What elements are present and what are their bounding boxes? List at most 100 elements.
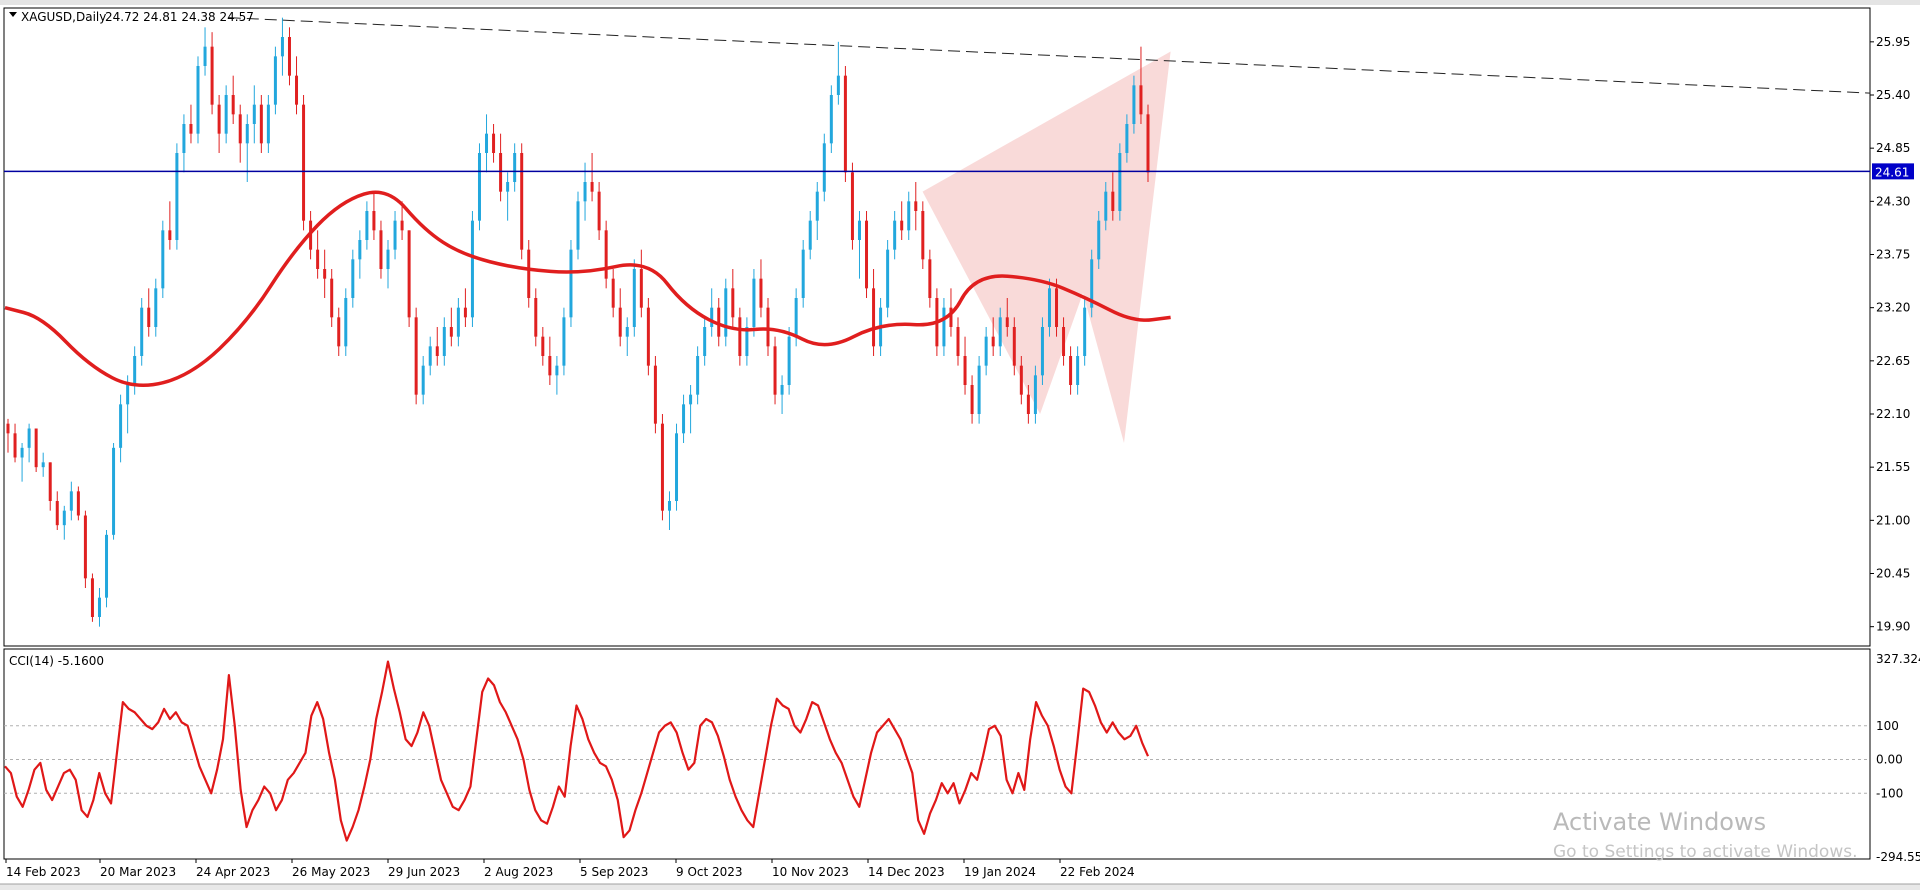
candle-body (576, 201, 580, 250)
candle-body (485, 133, 489, 153)
candle-body (400, 220, 404, 231)
date-label: 29 Jun 2023 (388, 865, 460, 879)
candle-body (280, 37, 284, 57)
candle-body (90, 578, 94, 617)
candle-body (900, 220, 904, 231)
candle-body (62, 510, 66, 526)
candle-body (787, 336, 791, 385)
candle-body (872, 288, 876, 347)
candle-body (914, 201, 918, 211)
candle-body (428, 346, 432, 366)
candle-body (323, 269, 327, 279)
candle-body (801, 249, 805, 298)
candle-body (625, 327, 629, 337)
candle-body (97, 597, 101, 617)
candle-body (316, 249, 320, 269)
cci-tick-label: -294.557 (1876, 850, 1920, 864)
candle-body (133, 356, 137, 385)
candle-body (703, 327, 707, 356)
candle-body (843, 75, 847, 173)
candle-body (351, 259, 355, 298)
candle-body (393, 220, 397, 250)
candle-body (604, 230, 608, 279)
candle-body (358, 240, 362, 260)
candle-body (69, 491, 73, 511)
candle-body (83, 515, 87, 579)
top-toolbar-strip (0, 0, 1920, 5)
candle-body (1132, 85, 1136, 124)
price-tick-label: 23.75 (1876, 248, 1910, 262)
candle-body (6, 423, 10, 434)
candle-body (815, 191, 819, 221)
candle-body (477, 153, 481, 221)
candle-body (991, 336, 995, 347)
bottom-scroll-strip[interactable] (0, 884, 1920, 890)
candle-body (886, 249, 890, 308)
candle-body (808, 220, 812, 250)
candle-body (27, 428, 31, 448)
candle-body (344, 298, 348, 347)
price-tick-label: 25.95 (1876, 35, 1910, 49)
cci-tick-label: -100 (1876, 786, 1903, 800)
candle-body (752, 278, 756, 327)
candle-body (1026, 394, 1030, 414)
candle-body (140, 307, 144, 356)
candle-body (203, 46, 207, 66)
candle-body (865, 220, 869, 289)
candle-body (632, 269, 636, 327)
candle-body (1139, 85, 1143, 115)
current-price-badge: 24.61 (1872, 163, 1914, 180)
candle-body (907, 201, 911, 231)
candle-body (456, 307, 460, 337)
candle-body (41, 462, 45, 468)
candle-body (794, 298, 798, 337)
candle-body (1083, 307, 1087, 356)
candle-body (1062, 327, 1066, 356)
candle-body (55, 501, 59, 526)
candle-body (639, 269, 643, 308)
candle-body (449, 327, 453, 337)
price-tick-label: 21.00 (1876, 513, 1910, 527)
candle-body (970, 385, 974, 414)
candle-body (646, 307, 650, 366)
candle-body (984, 336, 988, 366)
trading-chart[interactable]: 25.95 25.40 24.85 24.30 23.75 23.20 22.65 22.10… (0, 0, 1920, 890)
candle-body (168, 230, 172, 240)
candle-body (850, 172, 854, 240)
candle-body (893, 220, 897, 250)
candle-body (928, 259, 932, 298)
candle-body (337, 317, 341, 347)
candle-body (1012, 327, 1016, 366)
symbol-label: XAGUSD,Daily (21, 10, 106, 24)
cci-label: CCI(14) -5.1600 (9, 654, 104, 668)
candle-body (1146, 114, 1150, 173)
candle-body (386, 249, 390, 269)
candle-body (780, 385, 784, 395)
price-tick-label: 23.20 (1876, 301, 1910, 315)
candle-body (513, 153, 517, 182)
candle-body (829, 95, 833, 144)
candle-body (653, 365, 657, 424)
candle-body (119, 404, 123, 448)
date-label: 20 Mar 2023 (100, 865, 176, 879)
cci-tick-label: 0.00 (1876, 753, 1903, 767)
candle-body (921, 211, 925, 260)
candle-body (34, 428, 38, 468)
candle-body (1005, 317, 1009, 327)
candle-body (499, 153, 503, 192)
candle-body (689, 394, 693, 405)
candle-body (126, 385, 130, 405)
candle-body (1033, 375, 1037, 414)
candle-body (998, 317, 1002, 347)
candle-body (1019, 365, 1023, 395)
date-label: 14 Dec 2023 (868, 865, 945, 879)
date-axis: 14 Feb 2023 20 Mar 2023 24 Apr 2023 26 May … (5, 859, 1135, 879)
date-label: 2 Aug 2023 (484, 865, 553, 879)
candle-body (977, 365, 981, 414)
candle-body (541, 336, 545, 356)
candle-body (1118, 153, 1122, 211)
candle-body (112, 447, 116, 535)
candle-body (147, 307, 151, 327)
candle-body (956, 327, 960, 356)
candle-body (435, 346, 439, 356)
